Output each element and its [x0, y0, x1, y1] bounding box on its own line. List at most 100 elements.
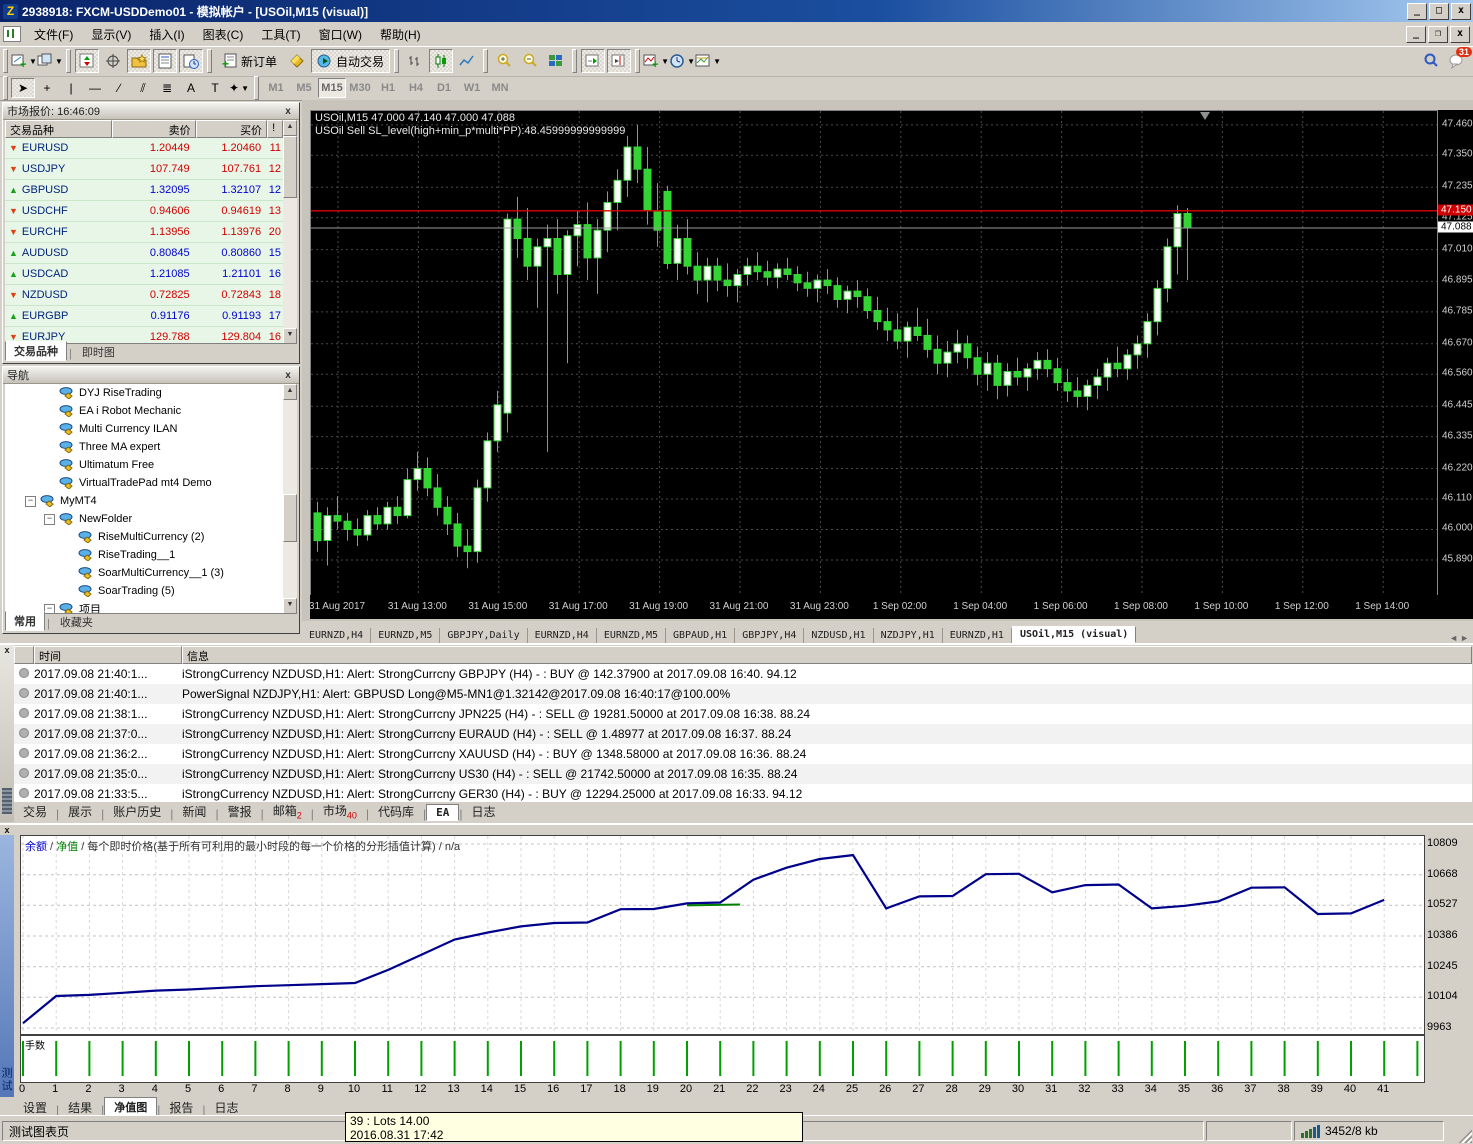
chart-tab-1[interactable]: EURNZD,M5	[371, 628, 441, 643]
market-watch-tab-1[interactable]: 即时图	[74, 343, 123, 361]
navigator-item-6[interactable]: − MyMT4	[5, 492, 283, 510]
tester-vertical-label[interactable]: 测试	[0, 1067, 14, 1093]
scroll-right-icon[interactable]: ►	[1460, 633, 1469, 643]
terminal-tab-1[interactable]: 展示	[59, 802, 101, 821]
auto-scroll-button[interactable]	[581, 49, 606, 73]
terminal-row-2[interactable]: 2017.09.08 21:38:1... iStrongCurrency NZD…	[14, 704, 1472, 724]
timeframe-m15-button[interactable]: M15	[318, 78, 346, 98]
navigator-item-12[interactable]: − 项目	[5, 600, 283, 614]
fibonacci-tool-button[interactable]: ≣	[155, 78, 179, 98]
mdi-child-system-icon[interactable]	[3, 26, 21, 42]
terminal-tab-3[interactable]: 新闻	[173, 802, 215, 821]
terminal-row-3[interactable]: 2017.09.08 21:37:0... iStrongCurrency NZD…	[14, 724, 1472, 744]
tester-tab-2[interactable]: 净值图	[104, 1097, 158, 1117]
new-order-button[interactable]: + 新订单	[216, 49, 284, 73]
menu-item-f[interactable]: 文件(F)	[25, 23, 82, 46]
strategy-tester-toggle-button[interactable]	[179, 49, 203, 73]
terminal-tab-5[interactable]: 邮箱2	[264, 801, 311, 821]
search-icon[interactable]	[1423, 53, 1439, 69]
navigator-close-icon[interactable]: x	[281, 370, 295, 381]
scrollbar-thumb[interactable]	[283, 494, 297, 542]
data-window-toggle-button[interactable]	[101, 49, 125, 73]
navigator-item-7[interactable]: − NewFolder	[5, 510, 283, 528]
market-watch-row-usdchf[interactable]: ▼ USDCHF 0.94606 0.94619 13	[5, 201, 283, 222]
terminal-close-icon[interactable]: x	[0, 645, 14, 655]
market-watch-row-eurchf[interactable]: ▼ EURCHF 1.13956 1.13976 20	[5, 222, 283, 243]
status-connection[interactable]: 3452/8 kb	[1294, 1121, 1444, 1141]
navigator-item-3[interactable]: Three MA expert	[5, 438, 283, 456]
terminal-tab-7[interactable]: 代码库	[369, 802, 423, 821]
new-chart-button[interactable]: + ▼	[11, 49, 37, 73]
market-watch-close-icon[interactable]: x	[281, 106, 295, 117]
arrows-tool-button[interactable]: ✦ ▼	[227, 78, 251, 98]
market-watch-row-eurusd[interactable]: ▼ EURUSD 1.20449 1.20460 11	[5, 138, 283, 159]
terminal-row-5[interactable]: 2017.09.08 21:35:0... iStrongCurrency NZD…	[14, 764, 1472, 784]
scroll-down-icon[interactable]: ▼	[283, 328, 297, 344]
navigator-tab-0[interactable]: 常用	[5, 611, 45, 631]
navigator-tab-1[interactable]: 收藏夹	[52, 613, 101, 631]
scroll-left-icon[interactable]: ◄	[1449, 633, 1458, 643]
chart-tab-8[interactable]: NZDJPY,H1	[874, 628, 943, 643]
terminal-header-time[interactable]: 时间	[34, 646, 182, 664]
timeframe-m30-button[interactable]: M30	[346, 78, 374, 98]
market-watch-column-2[interactable]: 买价	[195, 120, 268, 138]
scroll-up-icon[interactable]: ▲	[283, 384, 297, 400]
navigator-item-8[interactable]: RiseMultiCurrency (2)	[5, 528, 283, 546]
market-watch-row-gbpusd[interactable]: ▲ GBPUSD 1.32095 1.32107 12	[5, 180, 283, 201]
timeframe-h1-button[interactable]: H1	[374, 78, 402, 98]
timeframe-mn-button[interactable]: MN	[486, 78, 514, 98]
price-axis[interactable]: 47.460 47.350 47.235 47.125 47.010 46.895 46.7…	[1437, 110, 1473, 595]
market-watch-column-1[interactable]: 卖价	[112, 120, 196, 138]
vertical-line-tool-button[interactable]: |	[59, 78, 83, 98]
menu-item-w[interactable]: 窗口(W)	[310, 23, 371, 46]
close-button[interactable]: x	[1451, 2, 1471, 20]
terminal-tab-4[interactable]: 警报	[219, 802, 261, 821]
chart-canvas[interactable]: USOil,M15 47.000 47.140 47.000 47.088 US…	[310, 110, 1439, 597]
timeframe-m5-button[interactable]: M5	[290, 78, 318, 98]
market-watch-column-3[interactable]: !	[267, 120, 283, 138]
mdi-restore-button[interactable]: ❐	[1428, 25, 1448, 43]
candle-chart-mode-button[interactable]	[429, 49, 454, 73]
chart-tab-9[interactable]: EURNZD,H1	[943, 628, 1012, 643]
navigator-toggle-button[interactable]	[127, 49, 151, 73]
chart-tab-0[interactable]: EURNZD,H4	[302, 628, 372, 643]
timeframe-d1-button[interactable]: D1	[430, 78, 458, 98]
market-watch-row-nzdusd[interactable]: ▼ NZDUSD 0.72825 0.72843 18	[5, 285, 283, 306]
tree-expand-icon[interactable]: −	[25, 495, 36, 507]
indicators-button[interactable]: + ▼	[643, 49, 669, 73]
menu-item-h[interactable]: 帮助(H)	[371, 23, 430, 46]
market-watch-scrollbar[interactable]: ▲ ▼	[283, 120, 297, 344]
terminal-tab-0[interactable]: 交易	[14, 802, 56, 821]
chart-tab-3[interactable]: EURNZD,H4	[528, 628, 597, 643]
timeframe-m1-button[interactable]: M1	[262, 78, 290, 98]
scroll-down-icon[interactable]: ▼	[283, 598, 297, 614]
tile-windows-button[interactable]	[544, 49, 569, 73]
terminal-row-4[interactable]: 2017.09.08 21:36:2... iStrongCurrency NZD…	[14, 744, 1472, 764]
chart-tab-10[interactable]: USOil,M15 (visual)	[1011, 626, 1137, 643]
periods-button[interactable]: ▼	[670, 49, 695, 73]
maximize-button[interactable]: □	[1429, 2, 1449, 20]
tree-expand-icon[interactable]: −	[44, 513, 55, 525]
metaeditor-button[interactable]	[285, 49, 310, 73]
cursor-tool-button[interactable]: ➤	[11, 78, 35, 98]
market-watch-toggle-button[interactable]	[75, 49, 99, 73]
text-tool-button[interactable]: A	[179, 78, 203, 98]
time-axis[interactable]: 31 Aug 2017 31 Aug 13:00 31 Aug 15:00 31 Au…	[309, 595, 1473, 619]
navigator-item-10[interactable]: SoarMultiCurrency__1 (3)	[5, 564, 283, 582]
menu-item-t[interactable]: 工具(T)	[252, 23, 309, 46]
terminal-row-1[interactable]: 2017.09.08 21:40:1... PowerSignal NZDJPY,…	[14, 684, 1472, 704]
timeframe-h4-button[interactable]: H4	[402, 78, 430, 98]
chart-tab-5[interactable]: GBPAUD,H1	[666, 628, 736, 643]
market-watch-column-0[interactable]: 交易品种	[5, 120, 113, 138]
navigator-item-4[interactable]: Ultimatum Free	[5, 456, 283, 474]
market-watch-row-eurgbp[interactable]: ▲ EURGBP 0.91176 0.91193 17	[5, 306, 283, 327]
minimize-button[interactable]: _	[1407, 2, 1427, 20]
market-watch-row-audusd[interactable]: ▲ AUDUSD 0.80845 0.80860 15	[5, 243, 283, 264]
crosshair-tool-button[interactable]: +	[35, 78, 59, 98]
chart-tab-7[interactable]: NZDUSD,H1	[804, 628, 874, 643]
terminal-header-message[interactable]: 信息	[182, 646, 1472, 664]
terminal-tab-8[interactable]: EA	[426, 804, 460, 821]
scroll-up-icon[interactable]: ▲	[283, 120, 297, 136]
trendline-tool-button[interactable]: ∕	[107, 78, 131, 98]
navigator-item-1[interactable]: EA i Robot Mechanic	[5, 402, 283, 420]
